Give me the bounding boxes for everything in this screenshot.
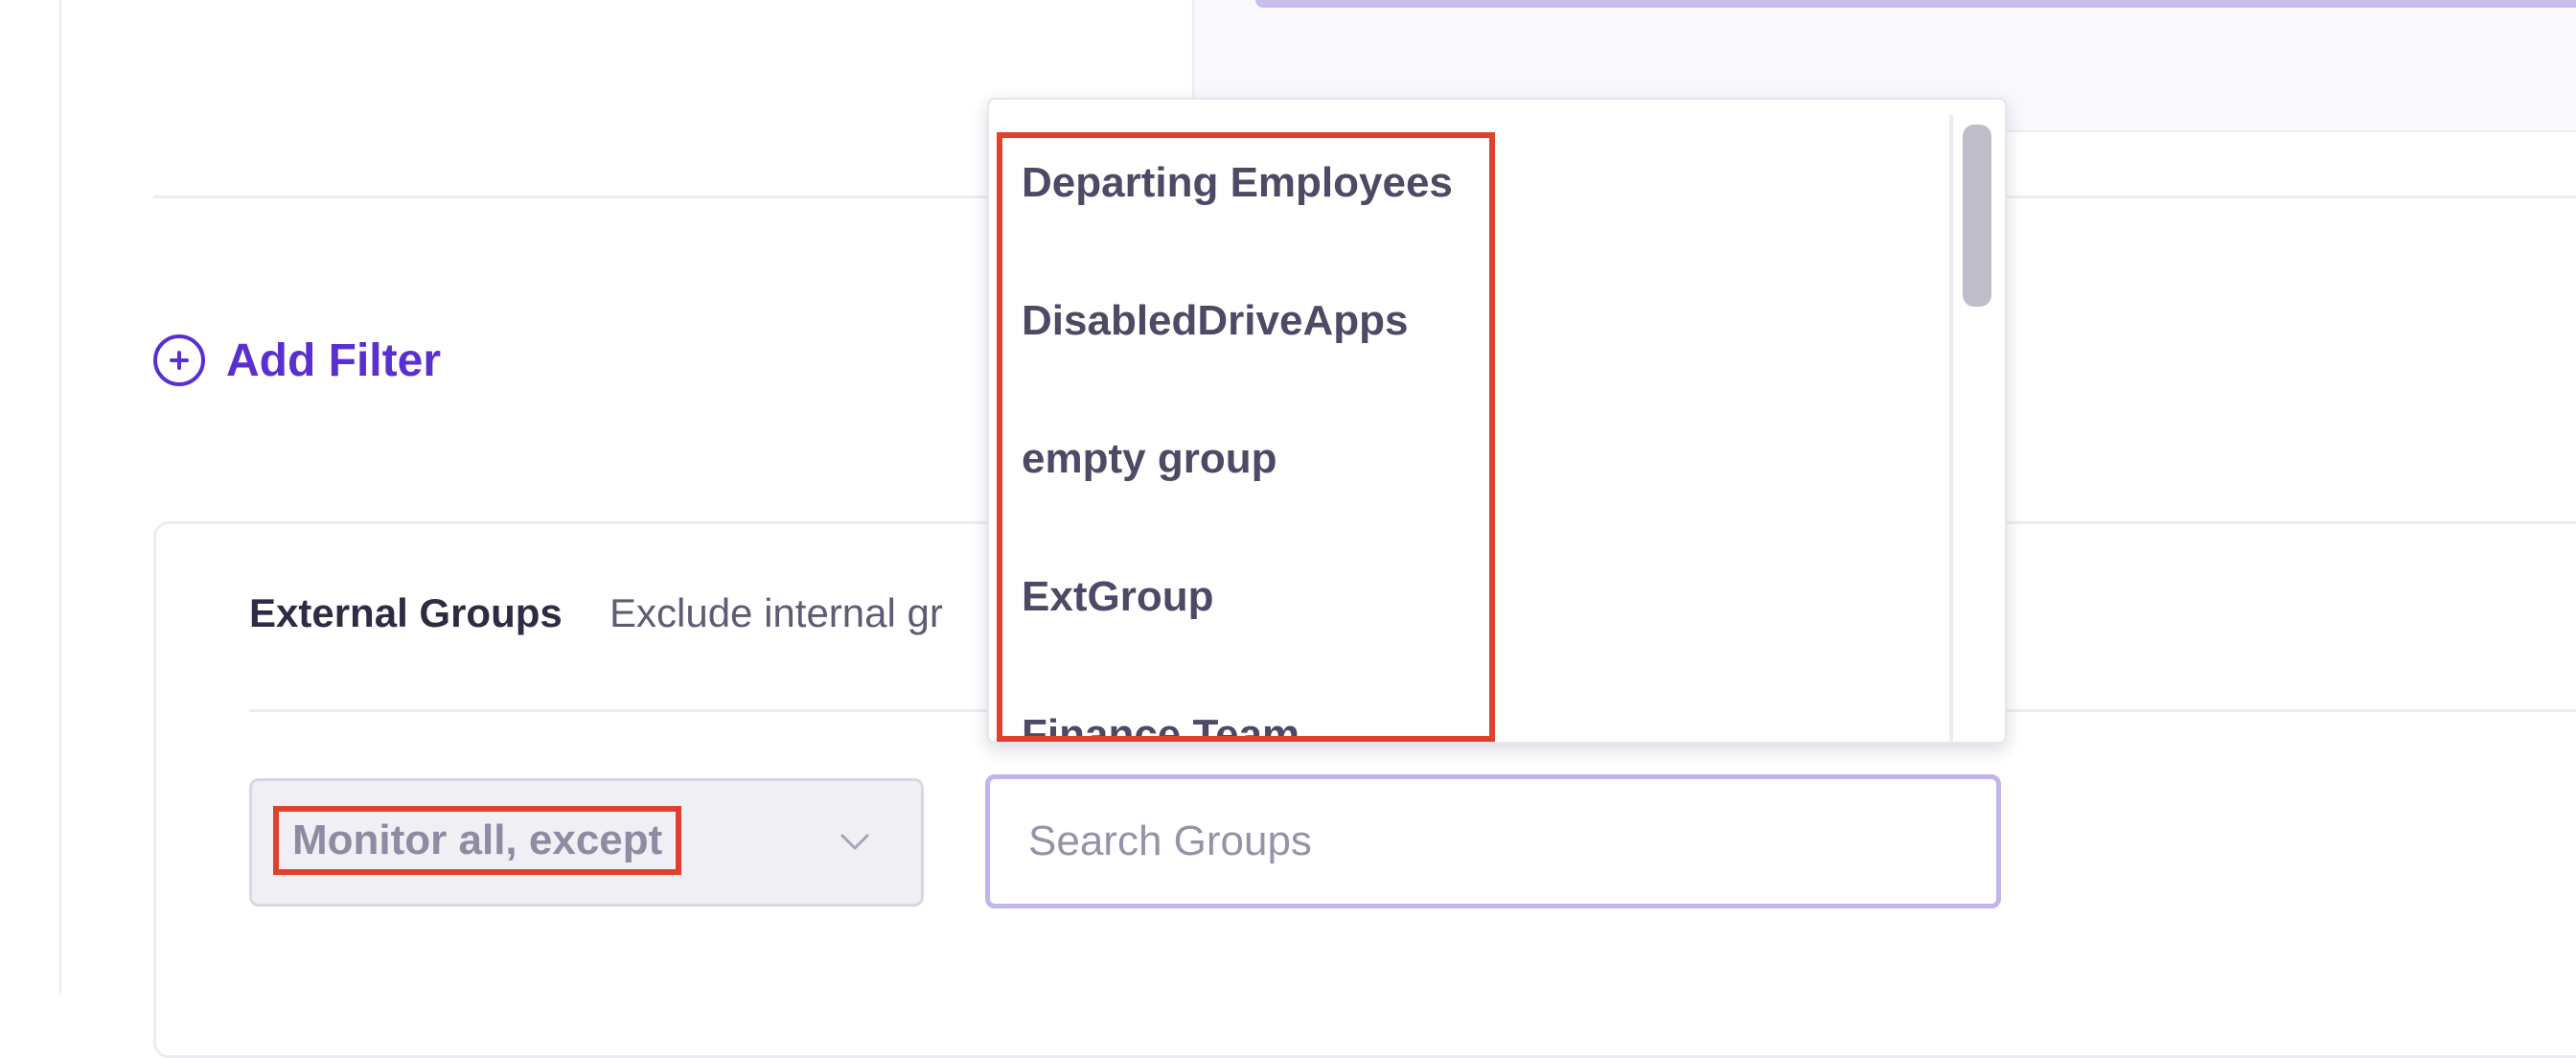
monitor-mode-select[interactable]: Monitor all, except [249, 778, 924, 907]
search-groups-input[interactable] [1026, 816, 1996, 866]
groups-dropdown: Departing Employees DisabledDriveApps em… [987, 98, 2007, 744]
monitor-mode-value: Monitor all, except [292, 816, 663, 863]
monitor-mode-highlight: Monitor all, except [273, 806, 682, 875]
search-groups-field[interactable] [985, 774, 2001, 908]
add-filter-label: Add Filter [226, 334, 441, 386]
groups-dropdown-list: Departing Employees DisabledDriveApps em… [989, 100, 1947, 742]
dropdown-item[interactable]: DisabledDriveApps [1022, 297, 1408, 345]
dropdown-item[interactable]: ExtGroup [1022, 573, 1213, 621]
add-filter-button[interactable]: Add Filter [153, 330, 441, 391]
chevron-down-icon [840, 834, 869, 850]
left-rail-divider [59, 0, 61, 993]
dropdown-item[interactable]: empty group [1022, 435, 1276, 483]
external-groups-description: Exclude internal gr [610, 590, 943, 635]
dropdown-item[interactable]: Departing Employees [1022, 159, 1453, 207]
external-groups-title: External Groups [249, 590, 563, 635]
dropdown-scroll-track [1949, 115, 1953, 742]
dropdown-item[interactable]: Finance Team [1022, 711, 1300, 742]
plus-circle-icon [153, 334, 205, 386]
top-right-accent-bar [1255, 0, 2576, 8]
dropdown-scrollbar[interactable] [1963, 125, 1991, 307]
